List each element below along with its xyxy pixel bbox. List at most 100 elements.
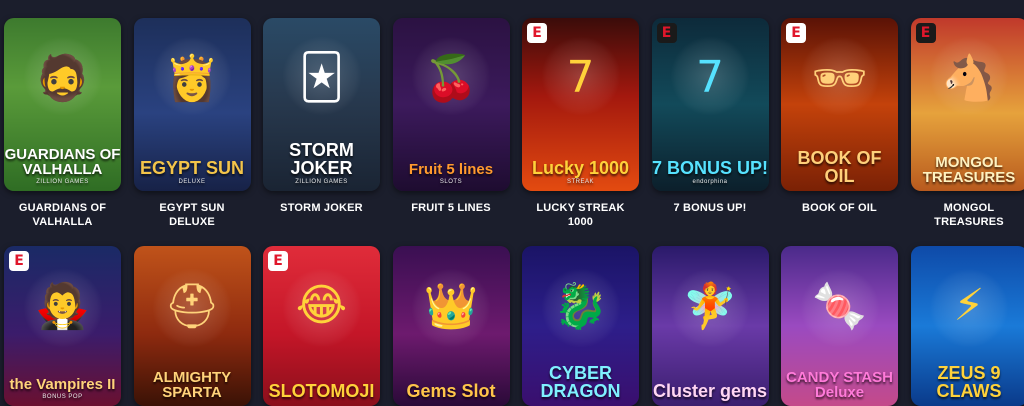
game-logo-text: Fruit 5 linesSLOTS bbox=[393, 162, 510, 185]
game-logo-text: the Vampires IIBONUS POP bbox=[4, 377, 121, 400]
game-logo-text: Gems Slot bbox=[393, 382, 510, 400]
game-title[interactable]: BOOK OF OIL bbox=[781, 191, 898, 246]
game-logo-text: CANDY STASH Deluxe bbox=[781, 370, 898, 400]
game-tile[interactable]: 🧛 Ethe Vampires IIBONUS POP bbox=[4, 246, 121, 406]
game-logo-text: STORM JOKERZILLION GAMES bbox=[263, 141, 380, 185]
game-logo-title: EGYPT SUN bbox=[140, 158, 244, 178]
game-logo-title: CANDY STASH Deluxe bbox=[786, 369, 893, 401]
game-logo-text: SLOTOMOJI bbox=[263, 382, 380, 400]
game-tile[interactable]: 🐉 CYBER DRAGON bbox=[522, 246, 639, 406]
game-tile[interactable]: 7E7 BONUS UP!endorphina7 BONUS UP! bbox=[652, 18, 769, 246]
game-logo-subtitle: ZILLION GAMES bbox=[263, 179, 380, 185]
candy-icon: 🍬 bbox=[781, 280, 898, 332]
provider-logo-icon: E bbox=[527, 23, 547, 43]
game-logo-text: CYBER DRAGON bbox=[522, 364, 639, 400]
game-thumbnail[interactable]: 7 E 7 BONUS UP!endorphina bbox=[652, 18, 769, 191]
provider-logo-icon: E bbox=[657, 23, 677, 43]
game-thumbnail[interactable]: ⚡ ZEUS 9 CLAWS bbox=[911, 246, 1024, 406]
oil-man-icon: 🕶 bbox=[781, 52, 898, 104]
pharaoh-queen-icon: 👸 bbox=[134, 52, 251, 104]
game-tile[interactable]: 🐴 E MONGOL TREASURES MONGOL TREASURES bbox=[911, 18, 1024, 246]
fruit-icon: 🍒 bbox=[393, 52, 510, 104]
game-logo-text: EGYPT SUNDELUXE bbox=[134, 159, 251, 185]
game-tile[interactable]: 👸EGYPT SUNDELUXEEGYPT SUN DELUXE bbox=[134, 18, 251, 246]
game-logo-title: Fruit 5 lines bbox=[409, 161, 493, 178]
horse-icon: 🐴 bbox=[911, 52, 1024, 104]
game-title[interactable]: GUARDIANS OF VALHALLA bbox=[4, 191, 121, 246]
joker-icon: 🃏 bbox=[263, 52, 380, 103]
game-tile[interactable]: 🍬 CANDY STASH Deluxe bbox=[781, 246, 898, 406]
game-thumbnail[interactable]: 🐴 E MONGOL TREASURES bbox=[911, 18, 1024, 191]
game-tile[interactable]: 😂 E SLOTOMOJI bbox=[263, 246, 380, 406]
game-thumbnail[interactable]: 🕶 E BOOK OF OIL bbox=[781, 18, 898, 191]
game-tile[interactable]: 🧚 Cluster gems bbox=[652, 246, 769, 406]
game-logo-text: BOOK OF OIL bbox=[781, 149, 898, 185]
game-thumbnail[interactable]: 7 E Lucky 1000STREAK bbox=[522, 18, 639, 191]
game-tile[interactable]: ⛑ ALMIGHTY SPARTA bbox=[134, 246, 251, 406]
game-logo-subtitle: ZILLION GAMES bbox=[4, 179, 121, 185]
game-logo-subtitle: SLOTS bbox=[393, 179, 510, 185]
game-logo-title: STORM JOKER bbox=[289, 140, 354, 178]
game-logo-title: GUARDIANS OF VALHALLA bbox=[5, 146, 121, 178]
game-title[interactable]: 7 BONUS UP! bbox=[652, 191, 769, 246]
game-logo-text: GUARDIANS OF VALHALLAZILLION GAMES bbox=[4, 147, 121, 185]
game-grid: 🧔GUARDIANS OF VALHALLAZILLION GAMESGUARD… bbox=[4, 18, 1024, 406]
provider-logo-icon: E bbox=[268, 251, 288, 271]
game-logo-text: 7 BONUS UP!endorphina bbox=[652, 159, 769, 185]
game-thumbnail[interactable]: ⛑ ALMIGHTY SPARTA bbox=[134, 246, 251, 406]
game-logo-title: 7 BONUS UP! bbox=[652, 158, 768, 178]
game-tile[interactable]: 👑 Gems Slot bbox=[393, 246, 510, 406]
game-logo-text: Cluster gems bbox=[652, 382, 769, 400]
game-title[interactable]: EGYPT SUN DELUXE bbox=[134, 191, 251, 246]
viking-icon: 🧔 bbox=[4, 52, 121, 104]
game-logo-title: ZEUS 9 CLAWS bbox=[937, 363, 1002, 401]
provider-logo-icon: E bbox=[916, 23, 936, 43]
provider-logo-icon: E bbox=[786, 23, 806, 43]
fairy-icon: 🧚 bbox=[652, 280, 769, 332]
game-logo-title: SLOTOMOJI bbox=[269, 381, 375, 401]
game-tile[interactable]: ⚡ ZEUS 9 CLAWS bbox=[911, 246, 1024, 406]
seven-icon: 7 bbox=[522, 52, 639, 103]
game-thumbnail[interactable]: 🧚 Cluster gems bbox=[652, 246, 769, 406]
game-logo-text: ZEUS 9 CLAWS bbox=[911, 364, 1024, 400]
game-thumbnail[interactable]: 🃏 STORM JOKERZILLION GAMES bbox=[263, 18, 380, 191]
game-logo-title: Gems Slot bbox=[406, 381, 495, 401]
game-tile[interactable]: 7 E Lucky 1000STREAK LUCKY STREAK 1000 bbox=[522, 18, 639, 246]
game-logo-subtitle: BONUS POP bbox=[4, 394, 121, 400]
vampire-icon: 🧛 bbox=[4, 280, 121, 332]
game-thumbnail[interactable]: 👑 Gems Slot bbox=[393, 246, 510, 406]
game-logo-title: MONGOL TREASURES bbox=[923, 154, 1016, 186]
game-title[interactable]: LUCKY STREAK 1000 bbox=[522, 191, 639, 246]
game-tile[interactable]: 🍒 Fruit 5 linesSLOTS FRUIT 5 LINES bbox=[393, 18, 510, 246]
game-logo-subtitle: DELUXE bbox=[134, 179, 251, 185]
dragon-icon: 🐉 bbox=[522, 280, 639, 332]
game-tile[interactable]: 🕶 E BOOK OF OIL BOOK OF OIL bbox=[781, 18, 898, 246]
princess-icon: 👑 bbox=[393, 280, 510, 332]
game-logo-text: Lucky 1000STREAK bbox=[522, 159, 639, 185]
lightning-icon: ⚡ bbox=[911, 280, 1024, 331]
game-tile[interactable]: 🧔GUARDIANS OF VALHALLAZILLION GAMESGUARD… bbox=[4, 18, 121, 246]
game-logo-subtitle: STREAK bbox=[522, 179, 639, 185]
spartan-helmet-icon: ⛑ bbox=[134, 280, 251, 332]
game-logo-title: the Vampires II bbox=[10, 376, 116, 393]
game-logo-text: MONGOL TREASURES bbox=[911, 155, 1024, 185]
game-thumbnail[interactable]: 😂 E SLOTOMOJI bbox=[263, 246, 380, 406]
game-logo-title: CYBER DRAGON bbox=[541, 363, 621, 401]
game-logo-title: Cluster gems bbox=[653, 381, 767, 401]
game-thumbnail[interactable]: 👸 EGYPT SUNDELUXE bbox=[134, 18, 251, 191]
game-logo-subtitle: endorphina bbox=[652, 179, 769, 185]
bonus-icon: 7 bbox=[652, 52, 769, 103]
game-logo-title: BOOK OF OIL bbox=[798, 148, 882, 186]
game-title[interactable]: MONGOL TREASURES bbox=[911, 191, 1024, 246]
game-title[interactable]: STORM JOKER bbox=[263, 191, 380, 246]
game-title[interactable]: FRUIT 5 LINES bbox=[393, 191, 510, 246]
provider-logo-icon: E bbox=[9, 251, 29, 271]
laughing-emoji-icon: 😂 bbox=[263, 280, 380, 331]
game-thumbnail[interactable]: 🍬 CANDY STASH Deluxe bbox=[781, 246, 898, 406]
game-logo-text: ALMIGHTY SPARTA bbox=[134, 370, 251, 400]
game-tile[interactable]: 🃏STORM JOKERZILLION GAMESSTORM JOKER bbox=[263, 18, 380, 246]
game-thumbnail[interactable]: 🐉 CYBER DRAGON bbox=[522, 246, 639, 406]
game-thumbnail[interactable]: 🍒 Fruit 5 linesSLOTS bbox=[393, 18, 510, 191]
game-thumbnail[interactable]: 🧛 Ethe Vampires IIBONUS POP bbox=[4, 246, 121, 406]
game-thumbnail[interactable]: 🧔 GUARDIANS OF VALHALLAZILLION GAMES bbox=[4, 18, 121, 191]
